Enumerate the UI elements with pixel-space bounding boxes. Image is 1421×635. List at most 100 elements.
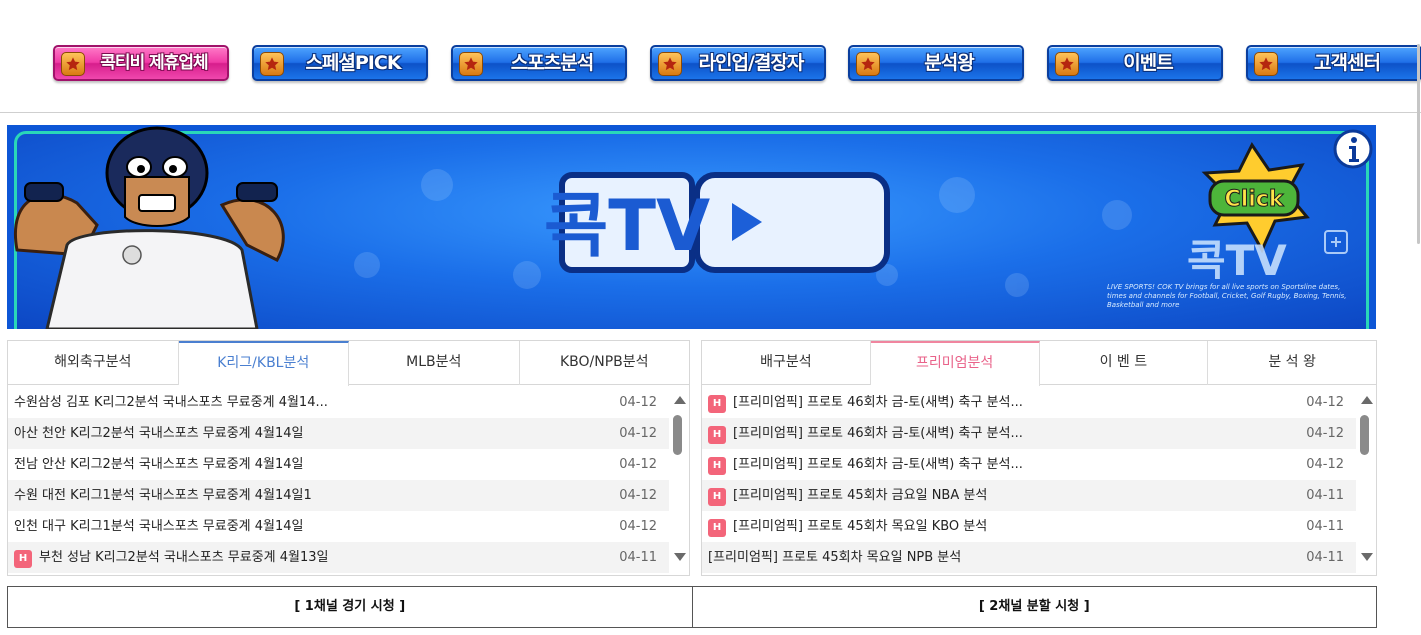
sports-analysis-panel: 해외축구분석 K리그/KBL분석 MLB분석 KBO/NPB분석 수원삼성 김포… [7,340,690,576]
page-scrollbar[interactable] [1412,40,1421,244]
hot-badge-icon: H [708,426,726,444]
post-date: 04-11 [1306,488,1344,503]
post-date: 04-11 [1306,519,1344,534]
nav-label: 분석왕 [924,52,974,74]
nav-analysis-king-button[interactable]: 분석왕 [848,45,1024,81]
click-badge-icon: Click [1201,142,1310,254]
star-icon [1254,52,1278,76]
post-title[interactable]: [프리미엄픽] 프로토 46회차 금-토(새벽) 축구 분석... [733,387,1023,418]
list-item[interactable]: [프리미엄픽] 프로토 45회차 목요일 NPB 분석 04-11 [702,542,1356,573]
channel2-split-watch-button[interactable]: [ 2채널 분할 시청 ] [693,587,1377,627]
channel-bar: [ 1채널 경기 시청 ] [ 2채널 분할 시청 ] [7,586,1377,628]
nav-label: 이벤트 [1123,52,1173,74]
left-post-list: 수원삼성 김포 K리그2분석 국내스포츠 무료중계 4월14... 04-12 … [8,387,669,573]
star-icon [1055,52,1079,76]
post-date: 04-12 [619,488,657,503]
post-date: 04-12 [1306,426,1344,441]
nav-partner-button[interactable]: 콕티비 제휴업체 [53,45,229,81]
hot-badge-icon: H [708,457,726,475]
post-title[interactable]: [프리미엄픽] 프로토 46회차 금-토(새벽) 축구 분석... [733,449,1023,480]
post-date: 04-12 [1306,457,1344,472]
post-date: 04-12 [619,457,657,472]
top-nav: 콕티비 제휴업체 스페셜PICK 스포츠분석 라인업/결장자 분석왕 이벤트 고… [0,0,1421,113]
post-title[interactable]: [프리미엄픽] 프로토 45회차 목요일 NPB 분석 [708,542,961,573]
list-item[interactable]: 인천 대구 K리그1분석 국내스포츠 무료중계 4월14일 04-12 [8,511,669,542]
post-title[interactable]: [프리미엄픽] 프로토 45회차 금요일 NBA 분석 [733,480,987,511]
banner-caption: LIVE SPORTS! COK TV brings for all live … [1107,283,1347,309]
post-title[interactable]: [프리미엄픽] 프로토 46회차 금-토(새벽) 축구 분석... [733,418,1023,449]
post-title[interactable]: 전남 안산 K리그2분석 국내스포츠 무료중계 4월14일 [14,449,304,480]
post-date: 04-12 [619,395,657,410]
info-icon[interactable] [1333,129,1373,169]
hot-badge-icon: H [708,488,726,506]
cok-tv-logo-icon: 콕TV [544,172,890,273]
nav-special-pick-button[interactable]: 스페셜PICK [252,45,428,81]
list-item[interactable]: 전남 안산 K리그2분석 국내스포츠 무료중계 4월14일 04-12 [8,449,669,480]
right-post-list: H [프리미엄픽] 프로토 46회차 금-토(새벽) 축구 분석... 04-1… [702,387,1356,573]
post-title[interactable]: 인천 대구 K리그1분석 국내스포츠 무료중계 4월14일 [14,511,304,542]
left-tabs: 해외축구분석 K리그/KBL분석 MLB분석 KBO/NPB분석 [8,341,690,386]
tab-kbo-npb[interactable]: KBO/NPB분석 [520,341,690,385]
hot-badge-icon: H [14,550,32,568]
list-item[interactable]: 아산 천안 K리그2분석 국내스포츠 무료중계 4월14일 04-12 [8,418,669,449]
right-tabs: 배구분석 프리미엄분석 이 벤 트 분 석 왕 [702,341,1376,386]
nav-label: 콕티비 제휴업체 [100,53,208,73]
nav-sports-analysis-button[interactable]: 스포츠분석 [451,45,627,81]
post-date: 04-12 [1306,395,1344,410]
scroll-thumb[interactable] [673,415,682,455]
star-icon [61,52,85,76]
hot-badge-icon: H [708,395,726,413]
channel1-watch-button[interactable]: [ 1채널 경기 시청 ] [8,587,693,627]
nav-event-button[interactable]: 이벤트 [1047,45,1223,81]
svg-text:콕TV: 콕TV [544,185,710,267]
mascot-icon [14,126,285,329]
scroll-up-arrow-icon[interactable] [1361,396,1373,404]
tab-event[interactable]: 이 벤 트 [1040,341,1209,385]
scroll-down-arrow-icon[interactable] [1361,553,1373,561]
page-root: 콕티비 제휴업체 스페셜PICK 스포츠분석 라인업/결장자 분석왕 이벤트 고… [0,0,1421,635]
list-item[interactable]: 수원삼성 김포 K리그2분석 국내스포츠 무료중계 4월14... 04-12 [8,387,669,418]
tab-mlb[interactable]: MLB분석 [349,341,520,385]
star-icon [260,52,284,76]
right-list-scrollbar[interactable] [1356,387,1376,573]
post-date: 04-12 [619,426,657,441]
list-item[interactable]: 수원 대전 K리그1분석 국내스포츠 무료중계 4월14일1 04-12 [8,480,669,511]
list-item[interactable]: H [프리미엄픽] 프로토 46회차 금-토(새벽) 축구 분석... 04-1… [702,387,1356,418]
star-icon [459,52,483,76]
nav-label: 라인업/결장자 [698,52,805,74]
post-title[interactable]: 부천 성남 K리그2분석 국내스포츠 무료중계 4월13일 [39,542,329,573]
scroll-down-arrow-icon[interactable] [674,553,686,561]
svg-text:Click: Click [1225,187,1285,212]
left-list-scrollbar[interactable] [669,387,689,573]
tab-volleyball[interactable]: 배구분석 [702,341,871,385]
list-item[interactable]: H [프리미엄픽] 프로토 46회차 금-토(새벽) 축구 분석... 04-1… [702,449,1356,480]
list-item[interactable]: H 부천 성남 K리그2분석 국내스포츠 무료중계 4월13일 04-11 [8,542,669,573]
page-scrollbar-thumb[interactable] [1417,44,1420,244]
small-logo-text: 콕TV [1187,236,1287,285]
list-item[interactable]: H [프리미엄픽] 프로토 46회차 금-토(새벽) 축구 분석... 04-1… [702,418,1356,449]
scroll-thumb[interactable] [1360,415,1369,455]
nav-customer-center-button[interactable]: 고객센터 [1246,45,1421,81]
tab-overseas-soccer[interactable]: 해외축구분석 [8,341,179,385]
post-date: 04-11 [1306,550,1344,565]
scroll-up-arrow-icon[interactable] [674,396,686,404]
hot-badge-icon: H [708,519,726,537]
cok-tv-banner[interactable]: 콕TV Click 콕TV LIVE SPORTS! COK TV brings… [7,125,1376,329]
nav-label: 스포츠분석 [510,52,594,74]
post-title[interactable]: [프리미엄픽] 프로토 45회차 목요일 KBO 분석 [733,511,987,542]
premium-analysis-panel: 배구분석 프리미엄분석 이 벤 트 분 석 왕 H [프리미엄픽] 프로토 46… [701,340,1377,576]
star-icon [856,52,880,76]
post-title[interactable]: 수원 대전 K리그1분석 국내스포츠 무료중계 4월14일1 [14,480,312,511]
list-item[interactable]: H [프리미엄픽] 프로토 45회차 금요일 NBA 분석 04-11 [702,480,1356,511]
post-date: 04-11 [619,550,657,565]
post-title[interactable]: 수원삼성 김포 K리그2분석 국내스포츠 무료중계 4월14... [14,387,328,418]
tab-kleague-kbl[interactable]: K리그/KBL분석 [178,341,349,386]
tab-analysis-king[interactable]: 분 석 왕 [1208,341,1376,385]
tab-premium-analysis[interactable]: 프리미엄분석 [870,341,1040,386]
nav-label: 고객센터 [1314,52,1381,74]
nav-label: 스페셜PICK [305,52,401,74]
post-date: 04-12 [619,519,657,534]
nav-lineup-button[interactable]: 라인업/결장자 [650,45,826,81]
list-item[interactable]: H [프리미엄픽] 프로토 45회차 목요일 KBO 분석 04-11 [702,511,1356,542]
post-title[interactable]: 아산 천안 K리그2분석 국내스포츠 무료중계 4월14일 [14,418,304,449]
